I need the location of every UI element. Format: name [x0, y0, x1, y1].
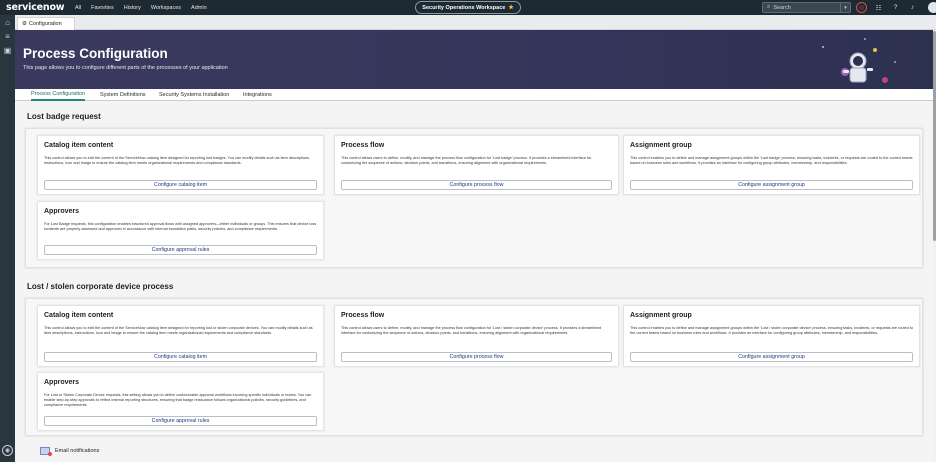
help-icon[interactable]: ? — [890, 2, 901, 13]
tab-configuration[interactable]: ⚙ Configuration — [17, 17, 75, 30]
search-icon: ⌕ — [767, 4, 771, 10]
assignment-group-card: Assignment group This control enables yo… — [623, 135, 920, 195]
card-title: Approvers — [44, 379, 80, 386]
menu-icon[interactable]: ≡ — [0, 29, 15, 43]
global-search[interactable]: ⌕ ▾ — [762, 2, 851, 13]
tab-strip: ⚙ Configuration — [15, 15, 936, 30]
assignment-group-card: Assignment group This control enables yo… — [623, 305, 920, 367]
search-input[interactable] — [773, 4, 836, 11]
card-description: This control enables you to define and m… — [630, 326, 914, 335]
configure-catalog-item-button[interactable]: Configure catalog item — [44, 180, 317, 190]
card-title: Process flow — [341, 312, 385, 319]
servicenow-logo[interactable]: servicenow — [6, 2, 70, 13]
section-title: Lost badge request — [27, 112, 101, 121]
approvers-card: Approvers For Lost or Stolen Corporate D… — [37, 372, 324, 431]
configure-process-flow-button[interactable]: Configure process flow — [341, 352, 612, 362]
page-title: Process Configuration — [23, 46, 168, 61]
configure-catalog-item-button[interactable]: Configure catalog item — [44, 352, 317, 362]
nav-link-history[interactable]: History — [124, 5, 141, 11]
servicenow-assist-icon[interactable]: ◉ — [2, 445, 13, 456]
globe-icon[interactable]: ◎ — [856, 2, 867, 13]
configure-assignment-group-button[interactable]: Configure assignment group — [630, 352, 913, 362]
section-panel: Catalog item content This control allows… — [25, 128, 923, 268]
tab-system-definitions[interactable]: System Definitions — [100, 89, 146, 101]
section-panel: Catalog item content This control allows… — [25, 298, 923, 436]
process-flow-card: Process flow This control allows users t… — [334, 135, 619, 195]
approvers-card: Approvers For Lost Badge requests, this … — [37, 201, 324, 260]
main-content: Lost badge request Catalog item content … — [15, 101, 933, 462]
process-flow-card: Process flow This control allows users t… — [334, 305, 619, 367]
left-rail: ⌂ ≡ ▣ ◉ — [0, 15, 15, 462]
card-description: This control allows users to define, mod… — [341, 156, 592, 165]
chat-icon[interactable]: ☷ — [873, 2, 884, 13]
card-title: Process flow — [341, 142, 385, 149]
page-subtitle: This page allows you to configure differ… — [23, 65, 228, 71]
card-title: Catalog item content — [44, 142, 114, 149]
email-notifications-link[interactable]: Email notifications — [40, 447, 100, 456]
card-title: Catalog item content — [44, 312, 114, 319]
tab-integrations[interactable]: Integrations — [243, 89, 272, 101]
top-icons: ◎ ☷ ? ♪ — [856, 2, 936, 13]
catalog-item-card: Catalog item content This control allows… — [37, 135, 324, 195]
tab-label: Configuration — [28, 21, 62, 27]
section-title: Lost / stolen corporate device process — [27, 282, 174, 291]
tab-security-systems-installation[interactable]: Security Systems Installation — [159, 89, 229, 101]
card-description: This control allows you to edit the cont… — [44, 326, 313, 335]
workspace-icon[interactable]: ▣ — [0, 43, 15, 57]
workspace-label: Security Operations Workspace — [422, 4, 506, 11]
envelope-icon — [40, 447, 52, 456]
card-description: For Lost Badge requests, this configurat… — [44, 222, 317, 231]
nav-links: All Favorites History Workspaces Admin — [75, 5, 217, 11]
home-icon[interactable]: ⌂ — [0, 15, 15, 29]
card-description: This control enables you to define and m… — [630, 156, 913, 165]
email-notifications-label: Email notifications — [55, 448, 100, 454]
avatar[interactable] — [928, 2, 936, 13]
configure-process-flow-button[interactable]: Configure process flow — [341, 180, 612, 190]
catalog-item-card: Catalog item content This control allows… — [37, 305, 324, 367]
configure-approval-rules-button[interactable]: Configure approval rules — [44, 416, 317, 426]
nav-link-admin[interactable]: Admin — [191, 5, 207, 11]
nav-link-workspaces[interactable]: Workspaces — [151, 5, 181, 11]
star-icon[interactable]: ★ — [508, 4, 513, 11]
card-description: For Lost or Stolen Corporate Device requ… — [44, 393, 312, 407]
card-title: Assignment group — [630, 142, 692, 149]
card-description: This control allows you to edit the cont… — [44, 156, 311, 165]
bell-icon[interactable]: ♪ — [907, 2, 918, 13]
tab-icon: ⚙ — [22, 21, 27, 27]
configure-assignment-group-button[interactable]: Configure assignment group — [630, 180, 913, 190]
workspace-selector[interactable]: Security Operations Workspace ★ — [415, 1, 521, 14]
nav-link-favorites[interactable]: Favorites — [91, 5, 114, 11]
top-navigation: servicenow All Favorites History Workspa… — [0, 0, 936, 15]
card-title: Assignment group — [630, 312, 692, 319]
config-tabs: Process Configuration System Definitions… — [15, 89, 933, 101]
configure-approval-rules-button[interactable]: Configure approval rules — [44, 245, 317, 255]
chevron-down-icon[interactable]: ▾ — [840, 3, 850, 12]
hero-banner: Process Configuration This page allows y… — [15, 30, 933, 89]
card-title: Approvers — [44, 208, 80, 215]
tab-process-configuration[interactable]: Process Configuration — [31, 89, 86, 101]
card-description: This control allows users to define, mod… — [341, 326, 602, 335]
nav-link-all[interactable]: All — [75, 5, 81, 11]
